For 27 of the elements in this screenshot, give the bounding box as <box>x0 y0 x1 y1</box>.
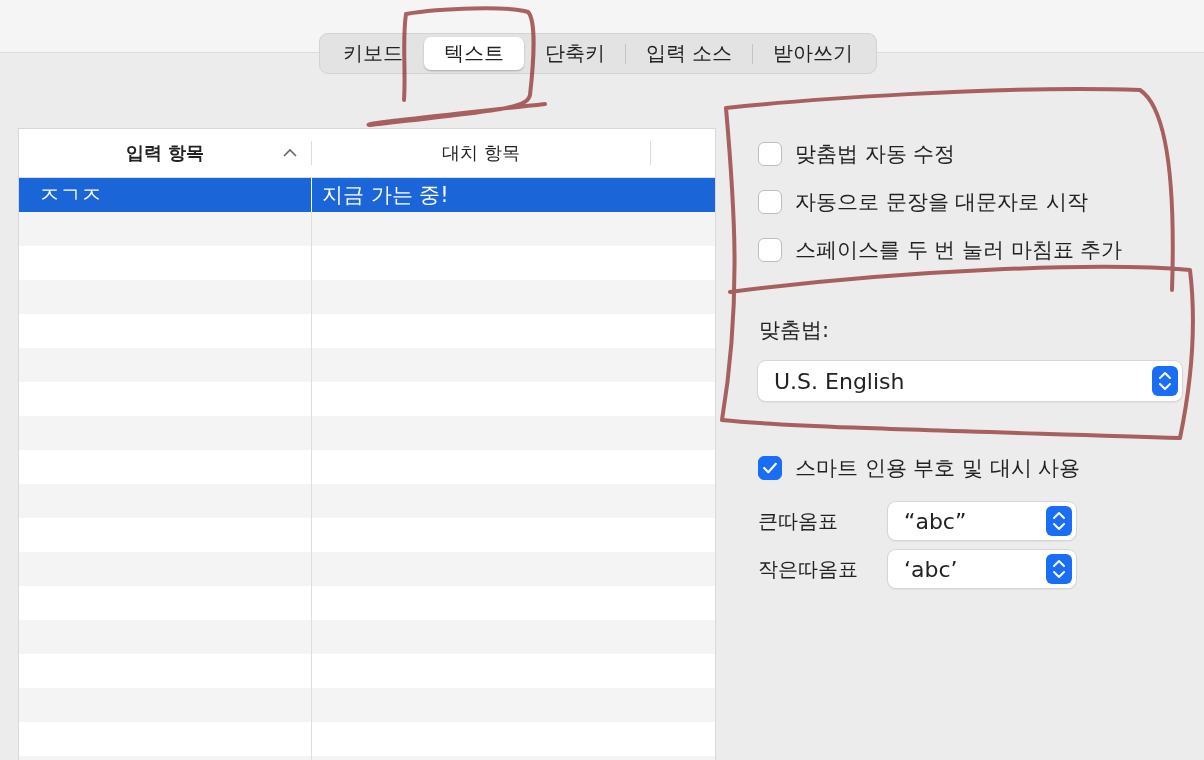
table-cell-text: 지금 가는 중! <box>321 182 450 209</box>
checkbox-label: 스페이스를 두 번 눌러 마침표 추가 <box>795 237 1123 264</box>
field-label: 맞춤법: <box>759 317 831 344</box>
column-header[interactable]: 입력 항목 <box>19 141 312 165</box>
stepper-icon <box>1152 366 1178 396</box>
column-header[interactable]: 대치 항목 <box>312 141 651 165</box>
popup-button[interactable]: ‘abc’ <box>888 550 1076 588</box>
tab[interactable]: 단축키 <box>524 37 625 70</box>
tab[interactable]: 키보드 <box>322 37 423 70</box>
table-row[interactable]: ㅈㄱㅈ 지금 가는 중! <box>19 178 715 212</box>
checkbox-label: 스마트 인용 부호 및 대시 사용 <box>795 455 1081 482</box>
field-label: 작은따옴표 <box>758 555 859 583</box>
tab[interactable]: 텍스트 <box>423 37 524 70</box>
field-label: 큰따옴표 <box>758 507 839 535</box>
checkbox[interactable] <box>758 142 782 166</box>
popup-button[interactable]: “abc” <box>888 502 1076 540</box>
checkbox[interactable] <box>758 190 782 214</box>
checkbox[interactable] <box>758 238 782 262</box>
tab[interactable]: 받아쓰기 <box>753 37 874 70</box>
sort-ascending-icon <box>283 148 297 157</box>
tab[interactable]: 입력 소스 <box>625 37 753 70</box>
checkbox-label: 자동으로 문장을 대문자로 시작 <box>795 189 1089 216</box>
popup-button[interactable]: U.S. English <box>758 361 1182 401</box>
checkbox[interactable] <box>758 456 782 480</box>
stepper-icon <box>1046 554 1072 584</box>
checkbox-label: 맞춤법 자동 수정 <box>795 141 956 168</box>
stepper-icon <box>1046 506 1072 536</box>
